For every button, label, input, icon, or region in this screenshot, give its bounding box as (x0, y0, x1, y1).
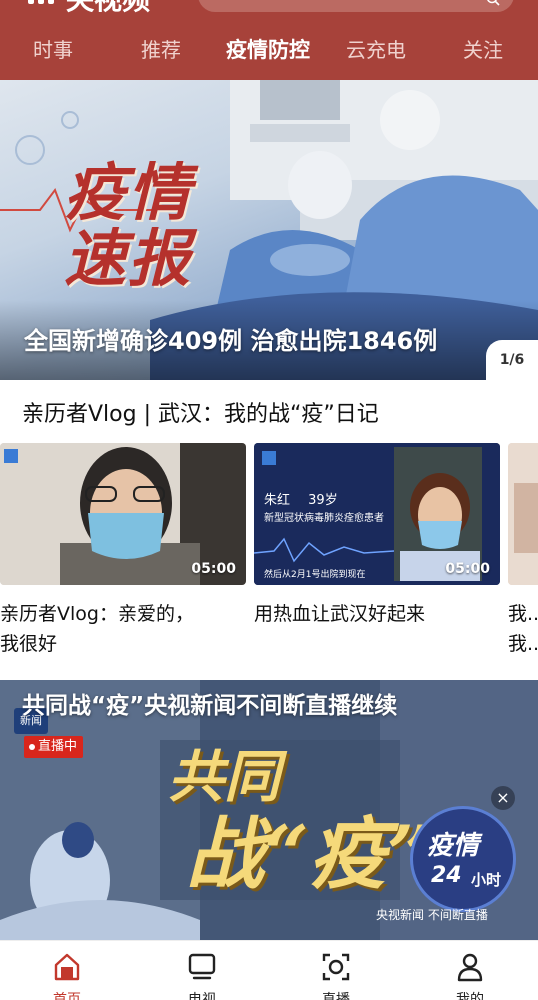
video-title-line: 用热血让武汉好起来 (254, 603, 426, 625)
video-thumbnail: 05:00 (0, 443, 246, 585)
video-title: 我... 我... (508, 599, 538, 659)
badge-line-1: 疫情 (427, 831, 480, 861)
overlay-description: 新型冠状病毒肺炎痊愈患者 (264, 513, 384, 524)
vlog-card-list: 05:00 亲历者Vlog：亲爱的， 我很好 朱红 39岁 新型冠状病毒肺炎痊愈… (0, 443, 538, 665)
home-icon (54, 953, 80, 981)
tab-yiqing-fangkong[interactable]: 疫情防控 (220, 30, 316, 70)
overlay-person-name: 朱红 (264, 493, 291, 508)
video-title: 用热血让武汉好起来 (254, 599, 500, 629)
live-dot-icon (29, 744, 35, 750)
epidemic-24h-badge: 疫情 24 小时 (410, 806, 516, 912)
video-title-line: 亲历者Vlog：亲爱的， (0, 603, 194, 625)
overlay-subtitle: 然后从2月1号出院到现在 (264, 570, 366, 580)
video-title: 亲历者Vlog：亲爱的， 我很好 (0, 599, 246, 659)
live-big-word-2: 战“疫” (186, 809, 432, 900)
nav-home[interactable]: 首页 (27, 941, 107, 1000)
video-duration: 05:00 (445, 561, 490, 577)
search-input[interactable] (198, 0, 514, 12)
nav-live[interactable]: 直播 (296, 941, 376, 1000)
app-title: 央视频 (66, 0, 150, 14)
user-icon (457, 953, 483, 982)
tab-yunchongdian[interactable]: 云充电 (340, 30, 412, 70)
live-badge-label: 直播中 (38, 739, 78, 754)
banner-headline: 全国新增确诊409例 治愈出院1846例 (24, 327, 438, 355)
badge-line-3: 小时 (471, 871, 502, 889)
tab-tuijian[interactable]: 推荐 (136, 30, 186, 70)
live-stream-card[interactable]: 新闻 共同战“疫”央视新闻不间断直播继续 直播中 共同 战“疫” × 疫情 24… (0, 680, 538, 940)
nav-me-label: 我的 (456, 992, 484, 1000)
live-icon (322, 953, 350, 981)
thumbnail-image (508, 443, 538, 585)
nav-me[interactable]: 我的 (430, 941, 510, 1000)
app-logo-icon (28, 0, 60, 6)
tv-icon (188, 953, 216, 980)
tab-guanzhu[interactable]: 关注 (458, 30, 508, 70)
channel-tabs: 时事 推荐 疫情防控 云充电 关注 (0, 30, 538, 70)
video-thumbnail (508, 443, 538, 585)
banner-stamp: 疫情 速报 (64, 160, 192, 292)
video-title-line: 我... (508, 603, 538, 625)
nav-tv[interactable]: 电视 (162, 941, 242, 1000)
video-thumbnail: 朱红 39岁 新型冠状病毒肺炎痊愈患者 然后从2月1号出院到现在 05:00 (254, 443, 500, 585)
live-caption: 央视新闻 不间断直播 (376, 908, 488, 922)
overlay-person-age: 39岁 (308, 493, 338, 508)
video-card[interactable]: 05:00 亲历者Vlog：亲爱的， 我很好 (0, 443, 246, 659)
app-screen: 央视频 时事 推荐 疫情防控 云充电 关注 (0, 0, 538, 1000)
top-header: 央视频 时事 推荐 疫情防控 云充电 关注 (0, 0, 538, 80)
bottom-nav: 首页 电视 直播 我的 (0, 940, 538, 1000)
video-title-line: 我... (508, 633, 538, 655)
live-status-badge: 直播中 (24, 736, 84, 758)
video-title-line: 我很好 (0, 633, 58, 655)
close-button[interactable]: × (491, 786, 515, 810)
video-card[interactable]: 我... 我... (508, 443, 538, 659)
tab-shishi[interactable]: 时事 (28, 30, 78, 70)
video-duration: 05:00 (191, 561, 236, 577)
video-card[interactable]: 朱红 39岁 新型冠状病毒肺炎痊愈患者 然后从2月1号出院到现在 05:00 用… (254, 443, 500, 629)
search-icon (487, 0, 500, 6)
headline-banner[interactable]: 疫情 速报 全国新增确诊409例 治愈出院1846例 1/6 (0, 80, 538, 380)
overlay-name: 朱红 39岁 (264, 489, 338, 508)
stamp-line-2: 速报 (64, 222, 193, 295)
vlog-section-title[interactable]: 亲历者Vlog | 武汉：我的战“疫”日记 (22, 396, 379, 428)
nav-live-label: 直播 (322, 992, 350, 1000)
banner-page-indicator: 1/6 (486, 340, 538, 380)
nav-home-label: 首页 (53, 992, 81, 1000)
badge-line-2: 24 (431, 863, 462, 888)
stamp-line-1: 疫情 (64, 156, 193, 229)
nav-tv-label: 电视 (188, 992, 216, 1000)
live-title: 共同战“疫”央视新闻不间断直播继续 (22, 693, 398, 719)
